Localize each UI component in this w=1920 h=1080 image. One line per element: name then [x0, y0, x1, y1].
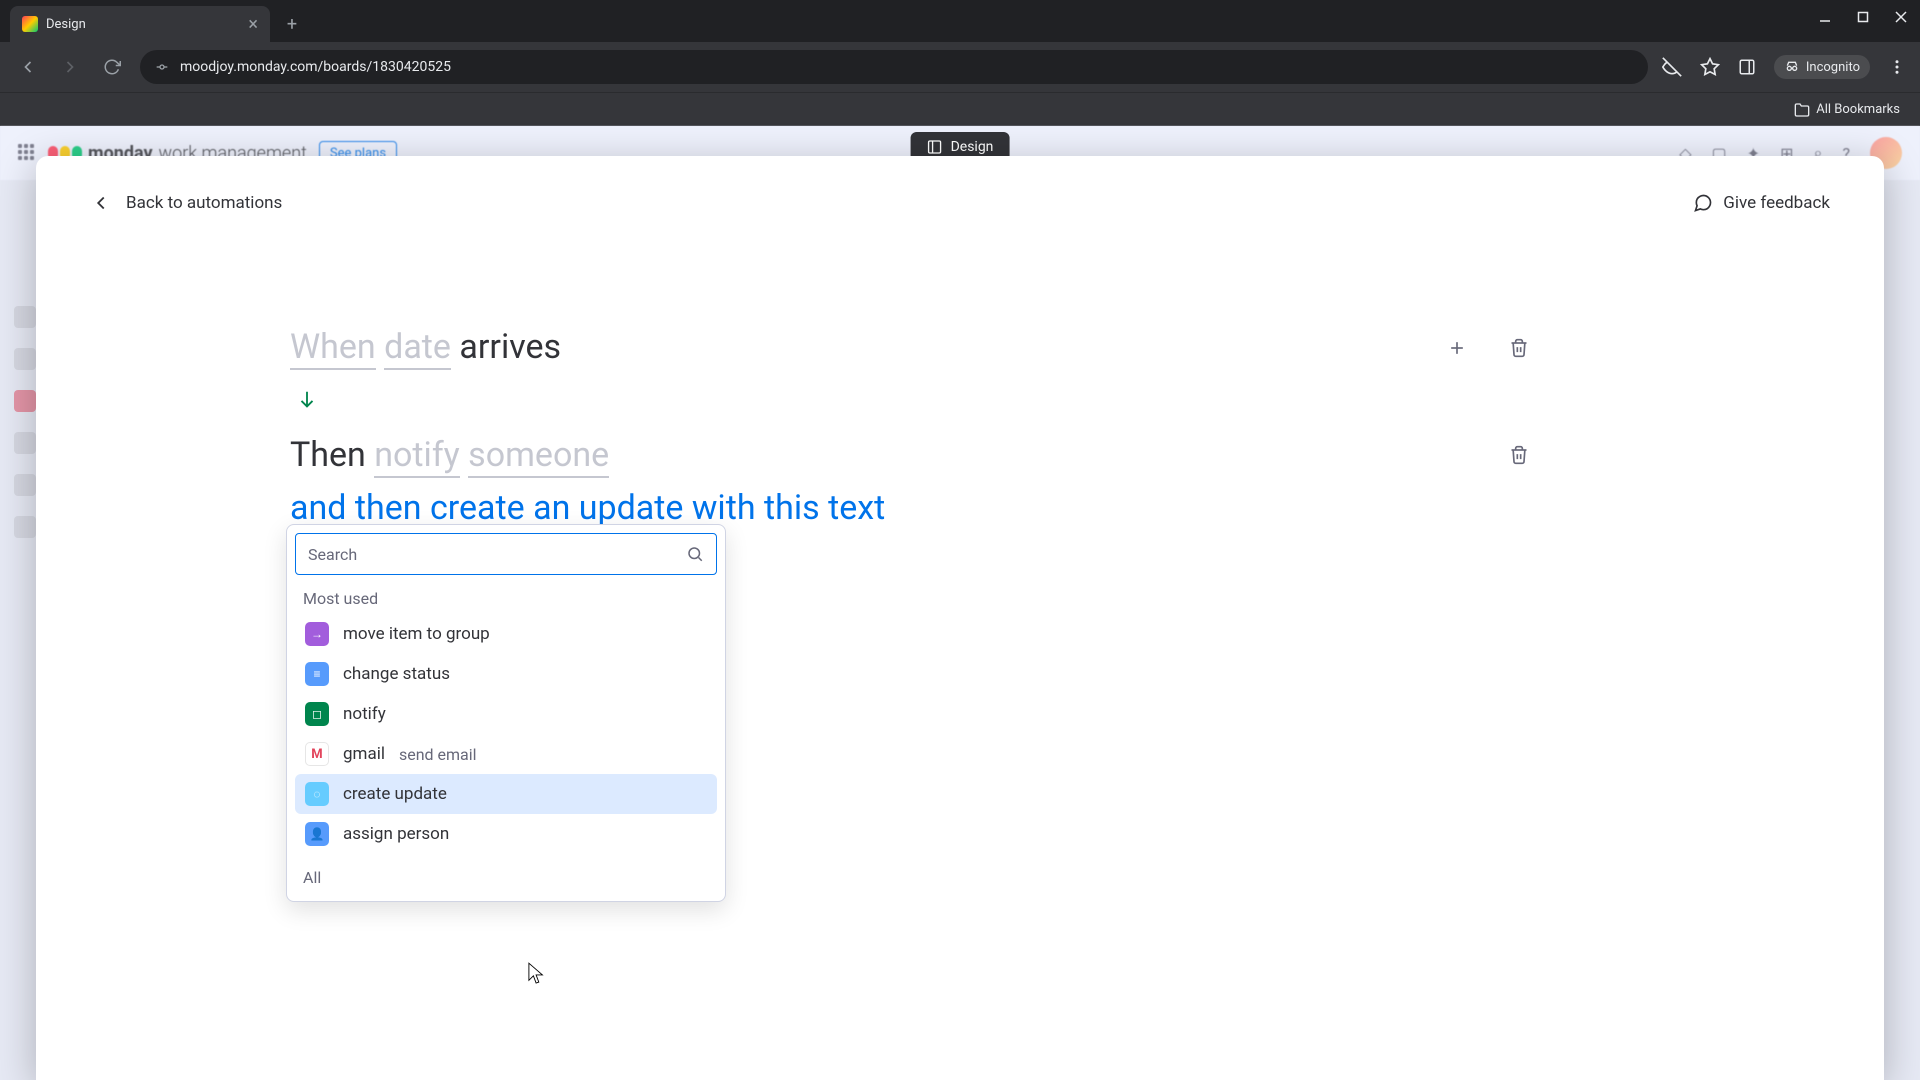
- incognito-icon: [1784, 59, 1800, 75]
- forward-icon[interactable]: [56, 53, 84, 81]
- close-tab-icon[interactable]: ×: [248, 14, 258, 35]
- option-label: notify: [343, 704, 386, 724]
- rail-item[interactable]: [14, 516, 36, 538]
- option-move-item[interactable]: → move item to group: [295, 614, 717, 654]
- bell-icon: ◻: [305, 702, 329, 726]
- when-token[interactable]: When: [290, 327, 376, 370]
- delete-trigger-button[interactable]: [1508, 337, 1530, 359]
- new-tab-button[interactable]: +: [278, 10, 306, 38]
- back-to-automations-link[interactable]: Back to automations: [90, 192, 282, 214]
- url-text: moodjoy.monday.com/boards/1830420525: [180, 59, 451, 75]
- trigger-row-actions: [1446, 337, 1530, 359]
- bookmark-star-icon[interactable]: [1700, 57, 1720, 77]
- window-controls: [1818, 10, 1908, 24]
- incognito-label: Incognito: [1806, 60, 1860, 75]
- date-token[interactable]: date: [384, 327, 451, 370]
- option-list: → move item to group ≡ change status ◻ n…: [295, 614, 717, 854]
- chat-icon: [1693, 193, 1713, 213]
- trigger-row: When date arrives: [290, 324, 1530, 372]
- someone-token[interactable]: someone: [468, 435, 609, 478]
- section-all-label: All: [295, 854, 717, 893]
- rail-item[interactable]: [14, 306, 36, 328]
- person-icon: 👤: [305, 822, 329, 846]
- action1-sentence: Then notify someone: [290, 432, 609, 480]
- rail-item[interactable]: [14, 390, 36, 412]
- side-panel-icon[interactable]: [1738, 58, 1756, 76]
- site-settings-icon[interactable]: [154, 59, 170, 75]
- reload-icon[interactable]: [98, 53, 126, 81]
- modal-header: Back to automations Give feedback: [90, 192, 1830, 214]
- board-icon: [927, 139, 943, 155]
- move-icon: →: [305, 622, 329, 646]
- maximize-icon[interactable]: [1856, 10, 1870, 24]
- option-label: gmail: [343, 744, 385, 764]
- minimize-icon[interactable]: [1818, 10, 1832, 24]
- dropdown-search-wrapper: [295, 533, 717, 575]
- address-bar-actions: Incognito: [1662, 55, 1906, 79]
- notify-token[interactable]: notify: [374, 435, 459, 478]
- rail-item[interactable]: [14, 348, 36, 370]
- rail-item[interactable]: [14, 474, 36, 496]
- then-text: Then: [290, 435, 366, 475]
- url-bar[interactable]: moodjoy.monday.com/boards/1830420525: [140, 50, 1648, 84]
- bookmark-bar: All Bookmarks: [0, 92, 1920, 126]
- action-picker-dropdown: Most used → move item to group ≡ change …: [286, 524, 726, 902]
- arrives-text: arrives: [459, 327, 561, 367]
- option-sublabel: send email: [399, 745, 477, 764]
- favicon: [22, 16, 38, 32]
- board-name-label: Design: [951, 139, 994, 155]
- tab-bar: Design × +: [0, 0, 1920, 42]
- option-create-update[interactable]: ◌ create update: [295, 774, 717, 814]
- option-label: move item to group: [343, 624, 490, 644]
- app-launcher-icon[interactable]: [18, 144, 36, 162]
- feedback-label: Give feedback: [1723, 193, 1830, 213]
- section-most-used-label: Most used: [295, 575, 717, 614]
- action2-text: and then create an update with this text: [290, 488, 885, 528]
- rail-item[interactable]: [14, 432, 36, 454]
- action1-row-actions: [1508, 444, 1530, 466]
- flow-arrow-icon: [296, 386, 1530, 414]
- browser-chrome: Design × + moodjoy.monday.com/boards/183…: [0, 0, 1920, 126]
- address-bar-row: moodjoy.monday.com/boards/1830420525 Inc…: [0, 42, 1920, 92]
- back-label: Back to automations: [126, 193, 282, 213]
- update-icon: ◌: [305, 782, 329, 806]
- option-label: change status: [343, 664, 450, 684]
- back-icon[interactable]: [14, 53, 42, 81]
- add-condition-button[interactable]: [1446, 337, 1468, 359]
- kebab-menu-icon[interactable]: [1888, 58, 1906, 76]
- tab-title: Design: [46, 17, 86, 32]
- chevron-left-icon: [90, 192, 112, 214]
- option-label: create update: [343, 784, 447, 804]
- gmail-icon: M: [305, 742, 329, 766]
- option-notify[interactable]: ◻ notify: [295, 694, 717, 734]
- automation-modal: Back to automations Give feedback When d…: [36, 156, 1884, 1080]
- trigger-sentence: When date arrives: [290, 324, 561, 372]
- search-icon: [686, 545, 704, 563]
- browser-tab[interactable]: Design ×: [10, 6, 270, 42]
- action-row-1: Then notify someone: [290, 432, 1530, 480]
- automation-builder: When date arrives Then notify someone: [290, 324, 1530, 533]
- option-gmail[interactable]: M gmail send email: [295, 734, 717, 774]
- status-icon: ≡: [305, 662, 329, 686]
- tracking-icon[interactable]: [1662, 57, 1682, 77]
- search-input[interactable]: [308, 545, 678, 564]
- option-assign-person[interactable]: 👤 assign person: [295, 814, 717, 854]
- option-change-status[interactable]: ≡ change status: [295, 654, 717, 694]
- incognito-badge[interactable]: Incognito: [1774, 55, 1870, 79]
- all-bookmarks-link[interactable]: All Bookmarks: [1816, 102, 1900, 117]
- close-window-icon[interactable]: [1894, 10, 1908, 24]
- delete-action1-button[interactable]: [1508, 444, 1530, 466]
- folder-icon: [1794, 102, 1810, 118]
- give-feedback-link[interactable]: Give feedback: [1693, 193, 1830, 213]
- option-label: assign person: [343, 824, 449, 844]
